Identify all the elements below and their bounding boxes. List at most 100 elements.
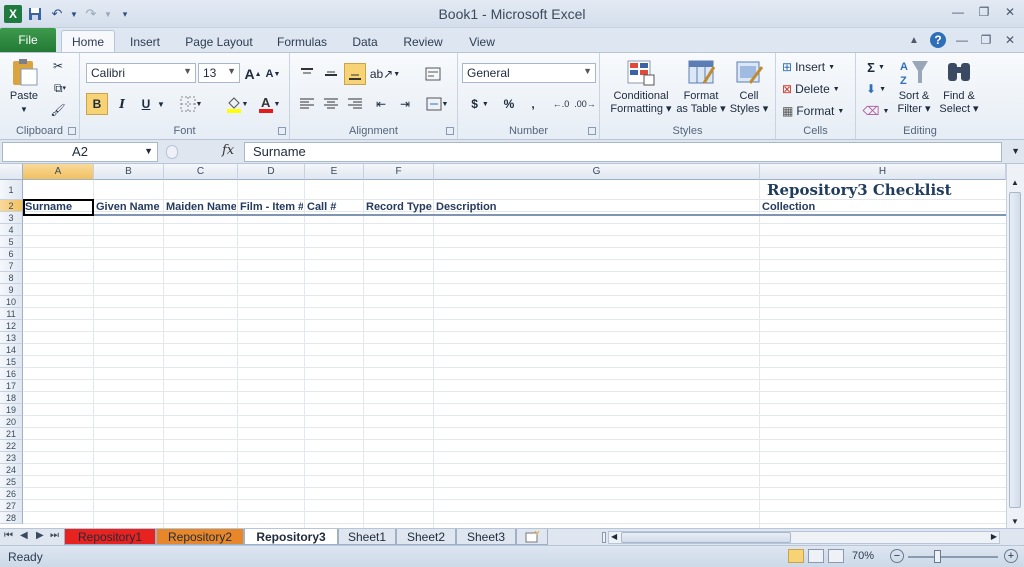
orientation-icon[interactable]: ab↗ ▼ xyxy=(370,63,400,85)
row-header-16[interactable]: 16 xyxy=(0,368,23,380)
sheet-tab-sheet3[interactable]: Sheet3 xyxy=(456,529,516,545)
decrease-decimal-icon[interactable]: .00→ xyxy=(574,93,596,115)
row-header-4[interactable]: 4 xyxy=(0,224,23,236)
scroll-down-icon[interactable]: ▼ xyxy=(1011,517,1019,526)
shrink-font-icon[interactable]: A ▼ xyxy=(264,65,282,83)
tab-insert[interactable]: Insert xyxy=(122,32,168,52)
increase-decimal-icon[interactable]: ←.0 xyxy=(550,93,572,115)
last-sheet-icon[interactable]: ⏭ xyxy=(50,530,59,541)
number-launcher-icon[interactable] xyxy=(588,127,596,135)
row-header-21[interactable]: 21 xyxy=(0,428,23,440)
row-header-22[interactable]: 22 xyxy=(0,440,23,452)
minimize-icon[interactable]: — xyxy=(950,4,966,20)
number-format-dropdown[interactable]: General ▼ xyxy=(462,63,596,83)
scroll-right-icon[interactable]: ▶ xyxy=(991,532,997,541)
header-cell-d[interactable]: Film - Item # xyxy=(238,201,303,215)
row-header-2[interactable]: 2 xyxy=(0,200,23,212)
column-header-g[interactable]: G xyxy=(434,164,760,180)
header-cell-h[interactable]: Collection xyxy=(760,201,1004,215)
zoom-in-icon[interactable]: + xyxy=(1004,549,1018,563)
comma-button[interactable]: , xyxy=(522,93,544,115)
format-as-table-button[interactable]: Format as Table ▾ xyxy=(676,57,726,116)
normal-view-icon[interactable] xyxy=(788,549,804,563)
row-header-20[interactable]: 20 xyxy=(0,416,23,428)
align-middle-icon[interactable] xyxy=(320,63,342,85)
row-header-14[interactable]: 14 xyxy=(0,344,23,356)
align-bottom-icon[interactable] xyxy=(344,63,366,85)
increase-indent-icon[interactable]: ⇥ xyxy=(394,93,416,115)
tab-formulas[interactable]: Formulas xyxy=(270,32,334,52)
sheet-tab-repository2[interactable]: Repository2 xyxy=(156,529,244,545)
decrease-indent-icon[interactable]: ⇤ xyxy=(370,93,392,115)
row-header-23[interactable]: 23 xyxy=(0,452,23,464)
column-header-d[interactable]: D xyxy=(238,164,305,180)
close-icon[interactable]: ✕ xyxy=(1002,4,1018,20)
row-header-9[interactable]: 9 xyxy=(0,284,23,296)
tab-home[interactable]: Home xyxy=(61,30,115,52)
formula-input[interactable]: Surname xyxy=(244,142,1002,162)
row-header-5[interactable]: 5 xyxy=(0,236,23,248)
bold-button[interactable]: B xyxy=(86,93,108,115)
copy-icon[interactable]: ⧉ ▾ xyxy=(48,79,72,97)
format-cells-button[interactable]: ▦ Format ▼ xyxy=(782,101,852,121)
row-header-18[interactable]: 18 xyxy=(0,392,23,404)
currency-button[interactable]: $ ▼ xyxy=(466,93,494,115)
font-color-icon[interactable]: A ▼ xyxy=(254,93,284,115)
sheet-tab-sheet2[interactable]: Sheet2 xyxy=(396,529,456,545)
header-cell-b[interactable]: Given Name xyxy=(94,201,162,215)
row-header-19[interactable]: 19 xyxy=(0,404,23,416)
tab-data[interactable]: Data xyxy=(344,32,386,52)
chevron-down-icon[interactable]: ▼ xyxy=(144,146,153,156)
vertical-scrollbar[interactable]: ▲ ▼ xyxy=(1006,164,1024,528)
paste-button[interactable]: Paste ▼ xyxy=(4,57,44,116)
cell-styles-button[interactable]: Cell Styles ▾ xyxy=(726,57,772,116)
header-cell-e[interactable]: Call # xyxy=(305,201,362,215)
column-header-a[interactable]: A xyxy=(23,164,94,180)
column-header-h[interactable]: H xyxy=(760,164,1006,180)
formula-bar-resize-icon[interactable] xyxy=(166,145,178,159)
tab-review[interactable]: Review xyxy=(396,32,450,52)
font-launcher-icon[interactable] xyxy=(278,127,286,135)
align-center-icon[interactable] xyxy=(320,93,342,115)
align-left-icon[interactable] xyxy=(296,93,318,115)
column-header-b[interactable]: B xyxy=(94,164,164,180)
row-header-10[interactable]: 10 xyxy=(0,296,23,308)
scroll-up-icon[interactable]: ▲ xyxy=(1011,178,1019,187)
expand-formula-bar-icon[interactable]: ▼ xyxy=(1011,146,1020,156)
insert-worksheet-icon[interactable] xyxy=(516,529,548,545)
tab-page-layout[interactable]: Page Layout xyxy=(180,32,258,52)
first-sheet-icon[interactable]: ⏮ xyxy=(4,530,13,541)
fill-color-icon[interactable]: ▼ xyxy=(222,93,252,115)
sheet-title[interactable]: Repository3 Checklist xyxy=(767,181,952,199)
tab-view[interactable]: View xyxy=(460,32,504,52)
merge-center-icon[interactable]: ▼ xyxy=(422,93,452,115)
column-header-e[interactable]: E xyxy=(305,164,364,180)
zoom-level[interactable]: 70% xyxy=(852,550,874,562)
workbook-minimize-icon[interactable]: — xyxy=(954,32,970,48)
worksheet-grid[interactable]: ABCDEFGH 1 2 3 4 5 6 7 8 9 10 11 12 13 14 15 16 17 18 19 20… xyxy=(0,164,1006,528)
sheet-tab-repository3[interactable]: Repository3 xyxy=(244,529,338,545)
row-header-11[interactable]: 11 xyxy=(0,308,23,320)
header-cell-f[interactable]: Record Type xyxy=(364,201,432,215)
row-header-13[interactable]: 13 xyxy=(0,332,23,344)
delete-cells-button[interactable]: ⊠ Delete ▼ xyxy=(782,79,852,99)
insert-function-icon[interactable]: fx xyxy=(222,143,234,158)
previous-sheet-icon[interactable]: ◀ xyxy=(20,530,28,541)
horizontal-scroll-thumb[interactable] xyxy=(621,532,791,543)
column-header-c[interactable]: C xyxy=(164,164,238,180)
sheet-tab-sheet1[interactable]: Sheet1 xyxy=(338,529,396,545)
align-right-icon[interactable] xyxy=(344,93,366,115)
row-header-24[interactable]: 24 xyxy=(0,464,23,476)
font-name-dropdown[interactable]: Calibri ▼ xyxy=(86,63,196,83)
align-top-icon[interactable] xyxy=(296,63,318,85)
row-header-27[interactable]: 27 xyxy=(0,500,23,512)
workbook-restore-icon[interactable]: ❐ xyxy=(978,32,994,48)
header-cell-g[interactable]: Description xyxy=(434,201,758,215)
next-sheet-icon[interactable]: ▶ xyxy=(36,530,44,541)
format-painter-icon[interactable]: 🖌 xyxy=(48,101,68,119)
find-select-button[interactable]: Find & Select ▾ xyxy=(938,57,980,116)
header-cell-c[interactable]: Maiden Name xyxy=(164,201,236,215)
clear-button[interactable]: ⌫ ▼ xyxy=(862,101,890,121)
row-header-1[interactable]: 1 xyxy=(0,180,23,200)
column-header-f[interactable]: F xyxy=(364,164,434,180)
